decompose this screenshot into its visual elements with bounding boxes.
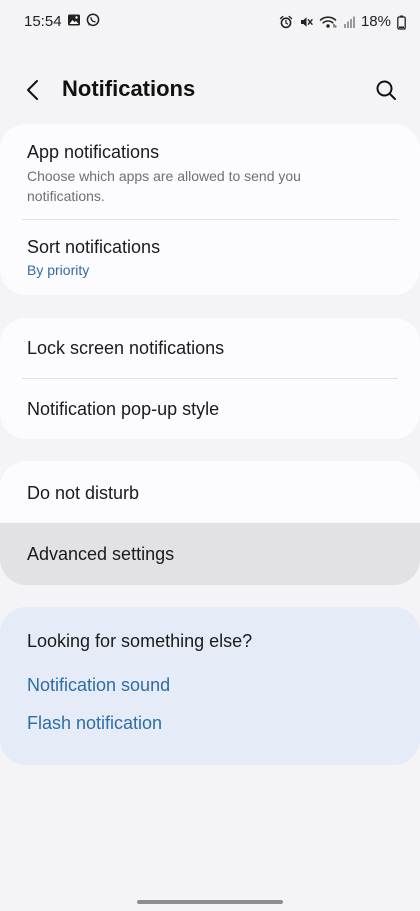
wifi-icon <box>319 15 337 29</box>
status-left-icons <box>67 13 100 27</box>
battery-icon <box>397 15 406 30</box>
chevron-left-icon <box>27 80 38 100</box>
flash-notification-link[interactable]: Flash notification <box>27 713 162 734</box>
back-button[interactable] <box>18 74 50 106</box>
suggestions-title: Looking for something else? <box>27 631 253 651</box>
lock-screen-notifications-item[interactable]: Lock screen notifications <box>0 318 420 378</box>
status-time: 15:54 <box>24 13 62 30</box>
sort-notifications-title: Sort notifications <box>27 237 161 257</box>
status-bar: 15:54 18% <box>0 0 420 44</box>
battery-percentage: 18% <box>360 13 391 30</box>
popup-style-item[interactable]: Notification pop-up style <box>0 379 420 439</box>
alarm-icon <box>279 15 293 29</box>
mute-icon <box>299 15 313 29</box>
suggestions-card: Looking for something else? Notification… <box>0 607 420 765</box>
do-not-disturb-item[interactable]: Do not disturb <box>0 461 420 523</box>
do-not-disturb-title: Do not disturb <box>27 483 140 503</box>
advanced-settings-item[interactable]: Advanced settings <box>0 523 420 585</box>
app-notifications-item[interactable]: App notifications Choose which apps are … <box>0 124 420 219</box>
notification-sound-link[interactable]: Notification sound <box>27 675 170 696</box>
advanced-settings-title: Advanced settings <box>27 544 175 564</box>
status-right: 18% <box>279 13 406 30</box>
app-notifications-subtitle: Choose which apps are allowed to send yo… <box>27 168 301 204</box>
settings-group-other: Do not disturb Advanced settings <box>0 461 420 585</box>
settings-group-display: Lock screen notifications Notification p… <box>0 318 420 439</box>
app-header: Notifications <box>0 66 420 112</box>
home-indicator[interactable] <box>137 900 283 904</box>
sort-notifications-value: By priority <box>27 262 90 278</box>
search-icon <box>376 80 396 100</box>
sort-notifications-item[interactable]: Sort notifications By priority <box>0 220 420 295</box>
settings-group-notifications: App notifications Choose which apps are … <box>0 124 420 295</box>
whatsapp-icon <box>86 13 100 27</box>
image-icon <box>67 13 81 27</box>
search-button[interactable] <box>370 74 402 106</box>
lock-screen-notifications-title: Lock screen notifications <box>27 338 225 358</box>
app-notifications-title: App notifications <box>27 142 160 162</box>
popup-style-title: Notification pop-up style <box>27 399 220 419</box>
page-title: Notifications <box>62 76 196 101</box>
signal-icon <box>343 15 355 29</box>
